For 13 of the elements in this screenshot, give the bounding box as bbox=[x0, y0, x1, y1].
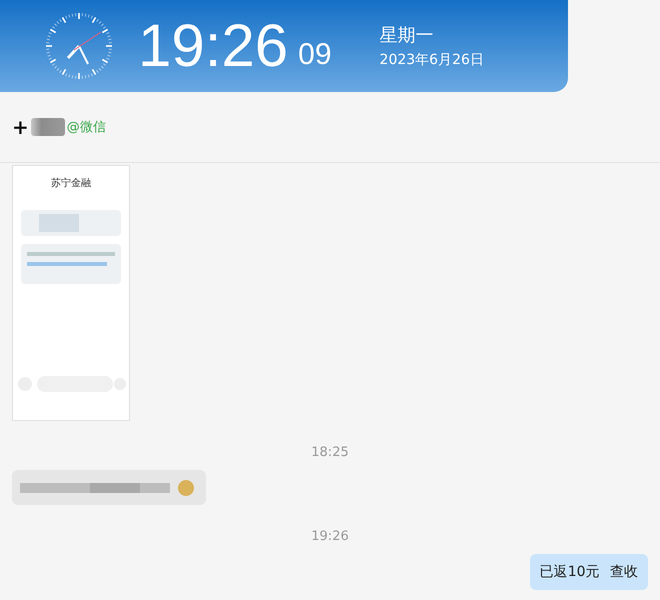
plus-icon: + bbox=[12, 115, 29, 139]
chat-screenshot[interactable]: 苏宁金融 bbox=[12, 165, 130, 421]
contact-name: @微信 bbox=[66, 119, 106, 136]
avatar bbox=[30, 118, 65, 136]
message-time: 18:25 bbox=[311, 445, 349, 460]
analog-clock-drawing bbox=[44, 11, 114, 81]
date: 2023年6月26日 bbox=[380, 51, 484, 69]
weekday: 星期一 bbox=[380, 24, 435, 47]
message-bubble: 已返10元 查收 bbox=[530, 554, 648, 590]
screenshot-title: 苏宁金融 bbox=[51, 176, 91, 190]
digital-time: 19:26 bbox=[138, 16, 288, 76]
seconds: 09 bbox=[298, 38, 332, 72]
message-time: 19:26 bbox=[311, 529, 349, 544]
